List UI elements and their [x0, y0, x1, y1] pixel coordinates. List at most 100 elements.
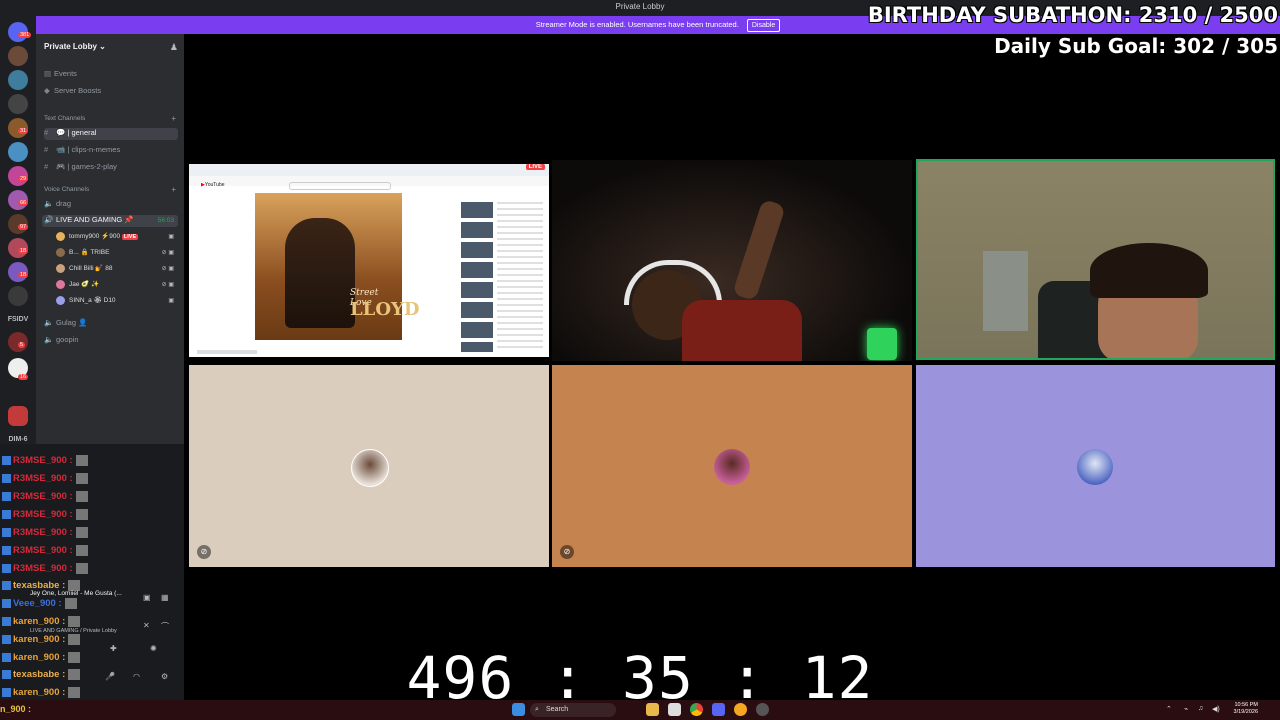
now-playing[interactable]: Jey One, Lomiiel - Me Gusta (...	[30, 590, 180, 597]
badge-icon	[2, 564, 11, 573]
voice-user-name: tommy900 ⚡900	[69, 233, 121, 241]
raised-arm	[732, 198, 786, 302]
channel-label: 📹 | clips-n-memes	[56, 145, 121, 154]
network-icon[interactable]: ⌁	[1184, 705, 1188, 713]
folder-label[interactable]: FSIDV	[2, 316, 34, 323]
media-control-icon[interactable]: ▣	[143, 593, 151, 602]
server-name-label: Private Lobby	[44, 42, 97, 51]
avatar	[1077, 449, 1113, 485]
server-boosts-link[interactable]: ◆ Server Boosts	[44, 86, 101, 95]
speaker-icon: 🔈	[44, 199, 54, 208]
voice-channels-category[interactable]: Voice Channels	[44, 186, 89, 193]
badge-icon	[2, 456, 11, 465]
album-logo: LLOYD	[350, 299, 420, 320]
microphone-icon[interactable]: ♫	[1198, 705, 1203, 712]
avatar	[351, 449, 389, 487]
subathon-counter: BIRTHDAY SUBATHON: 2310 / 2500	[867, 3, 1278, 27]
tile-camera-2-speaking[interactable]	[916, 159, 1275, 360]
now-playing-text: Jey One, Lomiiel - Me Gusta (...	[30, 590, 122, 597]
tile-avatar-1[interactable]: ⊘	[189, 365, 549, 567]
disconnect-icon[interactable]: ✕	[143, 621, 150, 630]
server-icon[interactable]	[8, 70, 28, 90]
server-icon[interactable]	[8, 142, 28, 162]
voice-channel-goopin[interactable]: 🔈 goopin	[44, 335, 178, 344]
chat-username: Veee_900	[13, 598, 56, 610]
invite-people-icon[interactable]: ♟	[170, 42, 178, 53]
voice-user[interactable]: Chill Billi 💅 88 ⊘ ▣	[56, 264, 178, 276]
avatar	[56, 296, 65, 305]
create-text-channel-icon[interactable]: +	[171, 114, 176, 123]
voice-user[interactable]: SINN_a 🏵 D10 ▣	[56, 296, 178, 308]
windows-start-icon[interactable]	[512, 703, 525, 716]
door	[983, 251, 1028, 331]
chat-line: R3MSE_900 :	[2, 509, 88, 520]
events-label: Events	[54, 69, 77, 78]
notification-badge: 31	[18, 128, 29, 134]
chat-username: n_900 :	[0, 704, 32, 714]
live-badge: LIVE	[121, 233, 139, 240]
voice-channel-timer: 56:03	[157, 217, 174, 224]
taskbar-app-icon[interactable]	[734, 703, 747, 716]
speaker-icon: 🔈	[44, 335, 54, 344]
speaker-icon: 🔊	[44, 215, 54, 224]
tray-chevron-icon[interactable]: ⌃	[1166, 705, 1172, 713]
browser-tab-strip	[189, 164, 549, 176]
obs-icon[interactable]	[756, 703, 769, 716]
channel-label: 💬 | general	[56, 128, 97, 137]
voice-channel-live-and-gaming[interactable]: 🔊 LIVE AND GAMING 📌 56:03	[42, 215, 178, 227]
channel-clips-n-memes[interactable]: # 📹 | clips-n-memes	[44, 145, 178, 154]
taskbar-app-icon[interactable]	[668, 703, 681, 716]
channel-label: 🎮 | games-2-play	[56, 162, 117, 171]
create-voice-channel-icon[interactable]: +	[171, 185, 176, 194]
banner-text: Streamer Mode is enabled. Usernames have…	[535, 20, 739, 29]
red-shirt	[682, 300, 802, 361]
chat-line: R3MSE_900 :	[2, 473, 88, 484]
notification-badge: 97	[18, 224, 29, 230]
server-icon[interactable]	[8, 286, 28, 306]
recommended-titles	[497, 202, 543, 352]
voice-user[interactable]: Jae 🥑 ✨ ⊘ ▣	[56, 280, 178, 292]
channel-games-2-play[interactable]: # 🎮 | games-2-play	[44, 162, 178, 171]
events-link[interactable]: ▤ Events	[44, 69, 77, 78]
avatar	[56, 232, 65, 241]
discord-icon[interactable]	[712, 703, 725, 716]
badge-icon	[2, 617, 11, 626]
voice-channel-gulag[interactable]: 🔈 Gulag 👤	[44, 318, 178, 327]
chrome-icon[interactable]	[690, 703, 703, 716]
server-name[interactable]: Private Lobby ⌄	[44, 42, 106, 51]
disable-streamer-mode-button[interactable]: Disable	[746, 19, 781, 32]
channel-info	[197, 350, 257, 354]
stream-icon: ▣	[168, 234, 174, 240]
chat-line: R3MSE_900 :	[2, 545, 88, 556]
emote-icon	[75, 545, 88, 556]
tile-avatar-3[interactable]	[916, 365, 1275, 567]
tile-screen-share[interactable]: ▶YouTube Street Love LLOYD LIVE	[189, 164, 549, 357]
hashtag-icon: #	[44, 145, 49, 154]
voice-user[interactable]: B... 🔒 TRIBE ⊘ ▣	[56, 248, 178, 260]
notification-badge: 18	[18, 272, 29, 278]
emote-icon	[75, 509, 88, 520]
voice-channel-drag[interactable]: 🔈 drag	[44, 199, 178, 208]
file-explorer-icon[interactable]	[646, 703, 659, 716]
tile-camera-1[interactable]	[552, 160, 912, 361]
media-control-icon[interactable]: ▦	[161, 593, 169, 602]
text-channels-category[interactable]: Text Channels	[44, 115, 85, 122]
badge-icon	[2, 528, 11, 537]
voice-user-name: SINN_a 🏵 D10	[69, 297, 116, 305]
chat-username: R3MSE_900	[13, 455, 67, 467]
volume-icon[interactable]: ◀)	[1212, 705, 1220, 713]
badge-icon	[2, 599, 11, 608]
headset-icon[interactable]: ⌒	[161, 621, 169, 632]
taskbar-clock[interactable]: 10:56 PM 3/19/2026	[1234, 702, 1258, 716]
channel-general[interactable]: # 💬 | general	[44, 128, 178, 140]
emote-icon	[75, 473, 88, 484]
server-icon[interactable]	[8, 46, 28, 66]
server-icon[interactable]	[8, 406, 28, 426]
server-icon[interactable]	[8, 94, 28, 114]
chat-username: R3MSE_900	[13, 527, 67, 539]
voice-user[interactable]: tommy900 ⚡900 LIVE ▣	[56, 232, 178, 244]
tile-avatar-2[interactable]: ⊘	[552, 365, 912, 567]
avatar	[714, 449, 750, 485]
taskbar-search[interactable]: ⌕ Search	[530, 703, 616, 717]
chat-username: karen_900	[13, 616, 60, 628]
